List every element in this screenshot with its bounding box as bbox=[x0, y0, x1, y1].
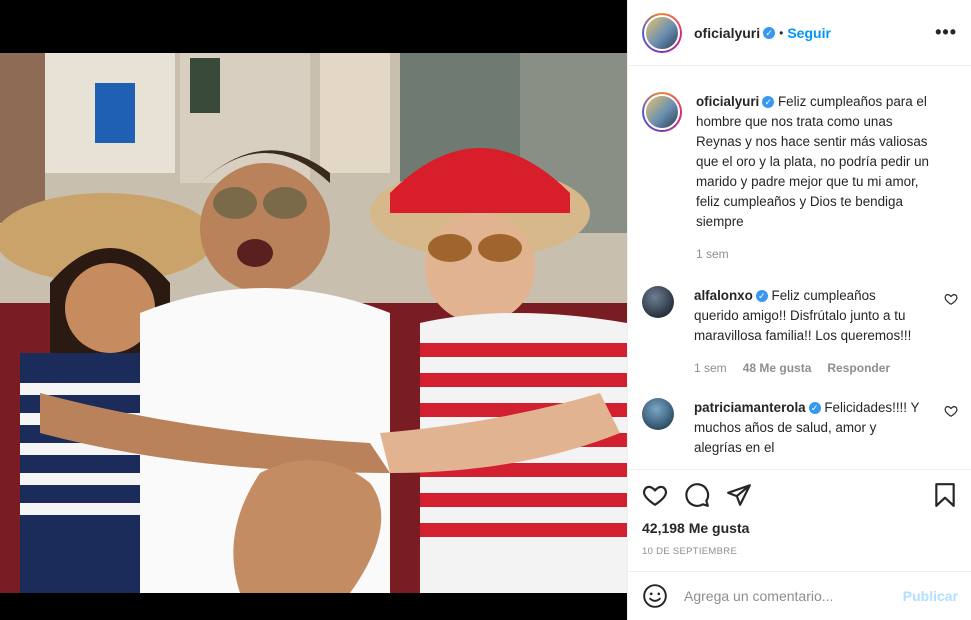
post-sidebar: oficialyuri ✓ • Seguir ••• oficialyuri ✓ … bbox=[627, 0, 971, 620]
follow-button[interactable]: Seguir bbox=[787, 25, 831, 41]
post-date[interactable]: 10 DE SEPTIEMBRE bbox=[642, 546, 958, 557]
verified-icon: ✓ bbox=[762, 96, 775, 109]
caption: oficialyuri ✓ Feliz cumpleaños para el ho… bbox=[642, 92, 958, 264]
comment-icon[interactable] bbox=[684, 482, 710, 508]
comment-likes[interactable]: 48 Me gusta bbox=[743, 358, 812, 378]
post-actions: 42,198 Me gusta 10 DE SEPTIEMBRE bbox=[628, 469, 971, 557]
caption-time[interactable]: 1 sem bbox=[696, 244, 729, 264]
author-username[interactable]: oficialyuri bbox=[694, 25, 760, 41]
verified-icon: ✓ bbox=[755, 290, 768, 303]
comment-username[interactable]: patriciamanterola bbox=[694, 400, 806, 415]
verified-icon: ✓ bbox=[808, 402, 821, 415]
emoji-icon[interactable] bbox=[642, 583, 668, 609]
like-comment-heart-icon[interactable] bbox=[944, 404, 958, 418]
commenter-avatar[interactable] bbox=[642, 398, 674, 430]
author-avatar[interactable] bbox=[642, 92, 682, 132]
publish-button[interactable]: Publicar bbox=[903, 588, 958, 604]
separator-dot: • bbox=[779, 25, 784, 40]
commenter-avatar[interactable] bbox=[642, 286, 674, 318]
reply-button[interactable]: Responder bbox=[827, 358, 890, 378]
add-comment-bar: Agrega un comentario... Publicar bbox=[628, 571, 971, 620]
caption-username[interactable]: oficialyuri bbox=[696, 94, 759, 109]
comment-item: alfalonxo ✓ Feliz cumpleaños querido amig… bbox=[642, 286, 958, 378]
heart-icon[interactable] bbox=[642, 482, 668, 508]
bookmark-icon[interactable] bbox=[932, 482, 958, 508]
caption-text: Feliz cumpleaños para el hombre que nos … bbox=[696, 94, 930, 229]
verified-icon: ✓ bbox=[763, 26, 776, 39]
media-pane bbox=[0, 0, 627, 620]
more-options-icon[interactable]: ••• bbox=[935, 22, 957, 43]
like-comment-heart-icon[interactable] bbox=[944, 292, 958, 306]
comment-username[interactable]: alfalonxo bbox=[694, 288, 753, 303]
share-icon[interactable] bbox=[726, 482, 752, 508]
photo-illustration bbox=[0, 53, 627, 593]
post-photo[interactable] bbox=[0, 53, 627, 593]
comment-time[interactable]: 1 sem bbox=[694, 358, 727, 378]
author-avatar[interactable] bbox=[642, 12, 682, 53]
comment-item: patriciamanterola ✓ Felicidades!!!! Y muc… bbox=[642, 398, 958, 458]
comment-input[interactable]: Agrega un comentario... bbox=[684, 588, 903, 604]
likes-count[interactable]: 42,198 Me gusta bbox=[642, 520, 958, 536]
post-header: oficialyuri ✓ • Seguir ••• bbox=[628, 0, 971, 66]
comments-list[interactable]: oficialyuri ✓ Feliz cumpleaños para el ho… bbox=[628, 76, 971, 469]
